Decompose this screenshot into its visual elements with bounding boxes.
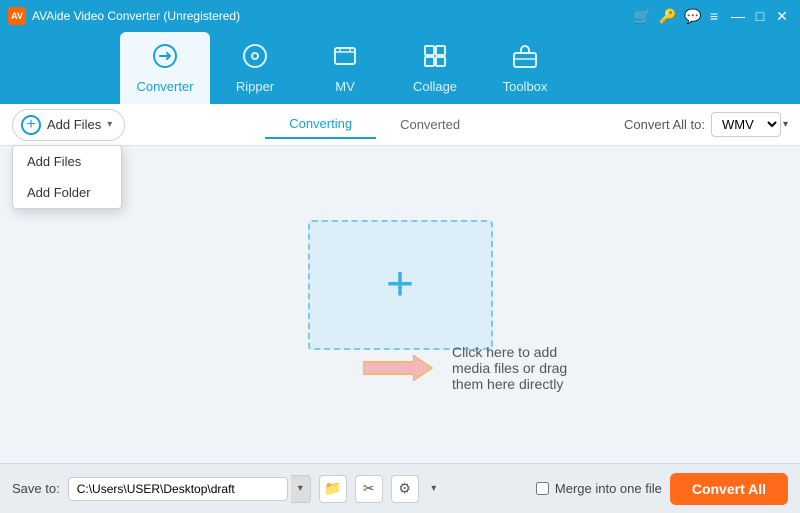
minimize-button[interactable]: — [728, 6, 748, 26]
close-button[interactable]: ✕ [772, 6, 792, 26]
menu-icon[interactable]: ≡ [710, 8, 718, 24]
maximize-button[interactable]: □ [750, 6, 770, 26]
format-dropdown-arrow[interactable]: ▾ [783, 119, 788, 130]
drop-zone[interactable]: + [308, 220, 493, 350]
drop-hint-text: Click here to add media files or drag th… [452, 344, 595, 392]
merge-checkbox-area: Merge into one file [536, 481, 662, 496]
toolbar: + Add Files ▾ Add Files Add Folder Conve… [0, 104, 800, 146]
convert-all-to: Convert All to: WMV MP4 AVI MOV MKV FLV … [624, 112, 788, 137]
save-path-dropdown-arrow[interactable]: ▾ [291, 475, 311, 503]
collage-icon [422, 43, 448, 75]
convert-all-button[interactable]: Convert All [670, 473, 788, 505]
nav-label-converter: Converter [136, 79, 193, 94]
toolbox-icon [512, 43, 538, 75]
add-files-button[interactable]: + Add Files ▾ [12, 109, 125, 141]
add-files-label: Add Files [47, 117, 101, 132]
tab-converting[interactable]: Converting [265, 110, 376, 139]
title-bar-left: AV AVAide Video Converter (Unregistered) [8, 7, 240, 25]
mv-icon [332, 43, 358, 75]
nav-label-ripper: Ripper [236, 79, 274, 94]
cart-icon[interactable]: 🛒 [634, 8, 651, 25]
folder-open-button[interactable]: 📁 [319, 475, 347, 503]
convert-all-to-label: Convert All to: [624, 117, 705, 132]
format-select[interactable]: WMV MP4 AVI MOV MKV FLV [711, 112, 781, 137]
settings-button[interactable]: ⚙ [391, 475, 419, 503]
nav-item-converter[interactable]: Converter [120, 32, 210, 104]
nav-item-ripper[interactable]: Ripper [210, 32, 300, 104]
bottom-bar: Save to: ▾ 📁 ✂ ⚙ ▾ Merge into one file C… [0, 463, 800, 513]
merge-label: Merge into one file [555, 481, 662, 496]
chat-icon[interactable]: 💬 [684, 8, 701, 25]
nav-item-mv[interactable]: MV [300, 32, 390, 104]
nav-label-collage: Collage [413, 79, 457, 94]
tab-area: Converting Converted [125, 110, 624, 139]
title-text: AVAide Video Converter (Unregistered) [32, 9, 240, 23]
title-bar-right: — □ ✕ [728, 6, 792, 26]
nav-label-toolbox: Toolbox [503, 79, 548, 94]
tab-converted[interactable]: Converted [376, 111, 484, 138]
cut-button[interactable]: ✂ [355, 475, 383, 503]
ripper-icon [242, 43, 268, 75]
title-bar: AV AVAide Video Converter (Unregistered)… [0, 0, 800, 32]
dropdown-add-folder[interactable]: Add Folder [13, 177, 121, 208]
nav-item-toolbox[interactable]: Toolbox [480, 32, 570, 104]
converter-icon [152, 43, 178, 75]
content-area: + Click here to add media files or drag … [308, 146, 493, 463]
title-bar-icons: 🛒 🔑 💬 ≡ [634, 8, 718, 25]
dropdown-add-files[interactable]: Add Files [13, 146, 121, 177]
nav-label-mv: MV [335, 79, 355, 94]
app-icon: AV [8, 7, 26, 25]
save-path-input[interactable] [68, 477, 288, 501]
arrow-graphic [363, 333, 435, 403]
add-circle-icon: + [21, 115, 41, 135]
save-to-label: Save to: [12, 481, 60, 496]
settings-dropdown-button[interactable]: ▾ [427, 475, 441, 503]
nav-item-collage[interactable]: Collage [390, 32, 480, 104]
dropdown-arrow-icon: ▾ [107, 119, 112, 130]
merge-checkbox[interactable] [536, 482, 549, 495]
arrow-annotation: Click here to add media files or drag th… [363, 333, 595, 403]
nav-bar: Converter Ripper MV [0, 32, 800, 104]
key-icon[interactable]: 🔑 [659, 8, 676, 25]
drop-zone-plus-icon: + [386, 261, 414, 309]
add-files-dropdown: Add Files Add Folder [12, 145, 122, 209]
